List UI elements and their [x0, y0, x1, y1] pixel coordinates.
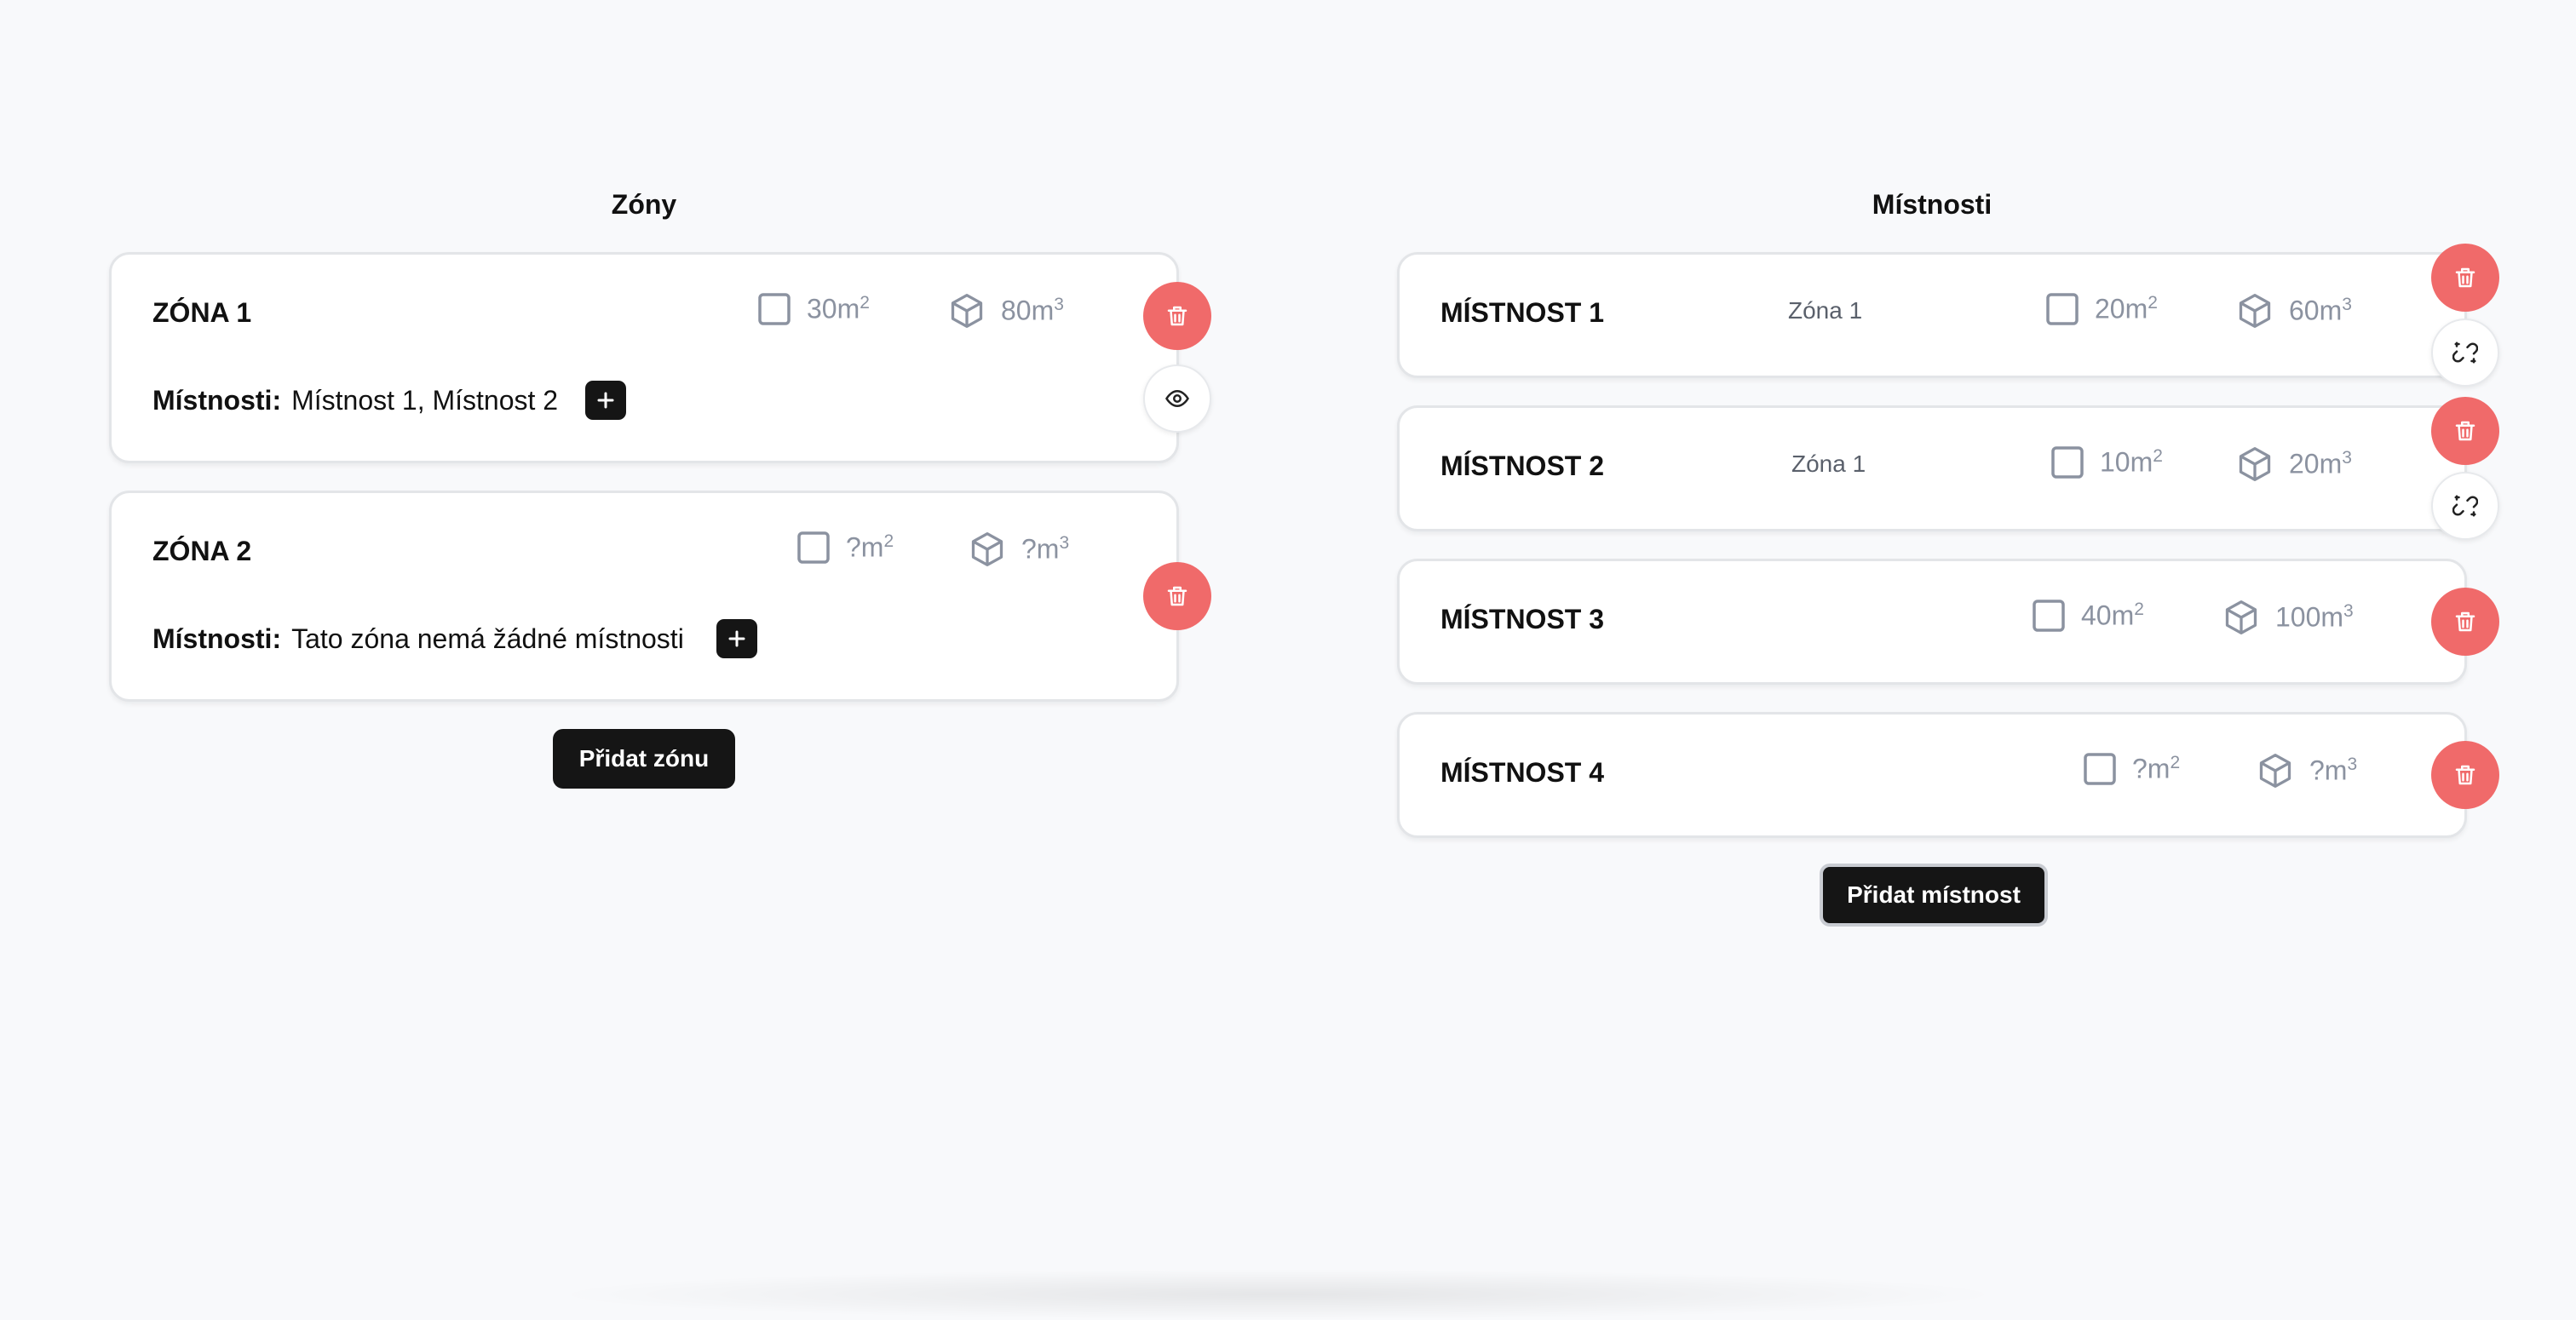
- add-room-button[interactable]: Přidat místnost: [1820, 864, 2048, 927]
- zone-area: ?m2: [796, 531, 894, 565]
- room-name: MÍSTNOST 4: [1440, 757, 1605, 788]
- zones-column: Zóny ZÓNA 1 30m2 80m3 Místnosti: Místnos…: [109, 0, 1211, 1301]
- room-area: 40m2: [2032, 599, 2144, 633]
- add-room-to-zone-button[interactable]: [585, 381, 627, 420]
- unlink-room-button[interactable]: [2431, 472, 2499, 540]
- zone-rooms-list: Tato zóna nemá žádné místnosti: [291, 623, 684, 654]
- zone-card: ZÓNA 2 ?m2 ?m3 Místnosti: Tato zóna nemá…: [109, 491, 1179, 702]
- delete-room-button[interactable]: [2431, 244, 2499, 312]
- delete-zone-button[interactable]: [1143, 562, 1211, 630]
- room-zone: Zóna 1: [1788, 297, 1863, 324]
- room-name: MÍSTNOST 2: [1440, 451, 1605, 481]
- room-area: 10m2: [2050, 445, 2163, 479]
- square-icon: [2084, 753, 2116, 785]
- rooms-heading: Místnosti: [1872, 189, 1992, 220]
- bottom-shadow: [545, 1269, 2010, 1320]
- eye-icon: [1165, 389, 1189, 408]
- zone-rooms: Místnosti: Místnost 1, Místnost 2: [152, 381, 627, 420]
- room-card: MÍSTNOST 1 Zóna 1 20m2 60m3: [1397, 252, 2467, 378]
- room-volume: 60m3: [2236, 292, 2352, 330]
- plus-icon: [728, 630, 745, 647]
- trash-icon: [2455, 611, 2475, 632]
- zones-heading: Zóny: [611, 189, 677, 220]
- trash-icon: [1167, 586, 1187, 606]
- zone-name: ZÓNA 2: [152, 536, 252, 566]
- trash-icon: [2455, 421, 2475, 441]
- cube-icon: [2239, 294, 2271, 328]
- trash-icon: [2455, 267, 2475, 288]
- room-zone: Zóna 1: [1791, 451, 1866, 477]
- square-icon: [797, 531, 830, 564]
- cube-icon: [2225, 600, 2257, 634]
- delete-room-button[interactable]: [2431, 397, 2499, 465]
- zone-rooms-list: Místnost 1, Místnost 2: [291, 384, 559, 416]
- cube-icon: [2239, 447, 2271, 481]
- plus-icon: [597, 392, 614, 409]
- delete-zone-button[interactable]: [1143, 282, 1211, 350]
- zone-card: ZÓNA 1 30m2 80m3 Místnosti: Místnost 1, …: [109, 252, 1179, 463]
- add-room-to-zone-button[interactable]: [716, 619, 757, 658]
- square-icon: [758, 293, 791, 325]
- room-area: ?m2: [2083, 752, 2180, 786]
- square-icon: [2033, 600, 2065, 632]
- cube-icon: [951, 294, 983, 328]
- room-name: MÍSTNOST 3: [1440, 604, 1605, 634]
- unlink-icon: [2452, 341, 2478, 364]
- room-area: 20m2: [2045, 292, 2158, 326]
- room-name: MÍSTNOST 1: [1440, 297, 1605, 328]
- trash-icon: [1167, 306, 1187, 326]
- room-volume: 100m3: [2222, 599, 2354, 636]
- room-volume: ?m3: [2257, 752, 2357, 789]
- square-icon: [2046, 293, 2079, 325]
- room-card: MÍSTNOST 4 ?m2 ?m3: [1397, 712, 2467, 838]
- room-volume: 20m3: [2236, 445, 2352, 483]
- delete-room-button[interactable]: [2431, 741, 2499, 809]
- unlink-room-button[interactable]: [2431, 319, 2499, 387]
- zone-area: 30m2: [757, 292, 870, 326]
- zone-volume: 80m3: [948, 292, 1064, 330]
- zone-name: ZÓNA 1: [152, 297, 252, 328]
- room-card: MÍSTNOST 3 40m2 100m3: [1397, 559, 2467, 685]
- delete-room-button[interactable]: [2431, 588, 2499, 656]
- zone-rooms: Místnosti: Tato zóna nemá žádné místnost…: [152, 619, 757, 658]
- view-zone-button[interactable]: [1143, 364, 1211, 433]
- rooms-column: Místnosti MÍSTNOST 1 Zóna 1 20m2 60m3 MÍ…: [1397, 0, 2499, 1301]
- cube-icon: [2259, 754, 2291, 788]
- square-icon: [2051, 446, 2084, 479]
- cube-icon: [971, 532, 1003, 566]
- trash-icon: [2455, 765, 2475, 785]
- unlink-icon: [2452, 495, 2478, 517]
- add-zone-button[interactable]: Přidat zónu: [553, 729, 735, 789]
- room-card: MÍSTNOST 2 Zóna 1 10m2 20m3: [1397, 405, 2467, 531]
- zone-volume: ?m3: [969, 531, 1069, 568]
